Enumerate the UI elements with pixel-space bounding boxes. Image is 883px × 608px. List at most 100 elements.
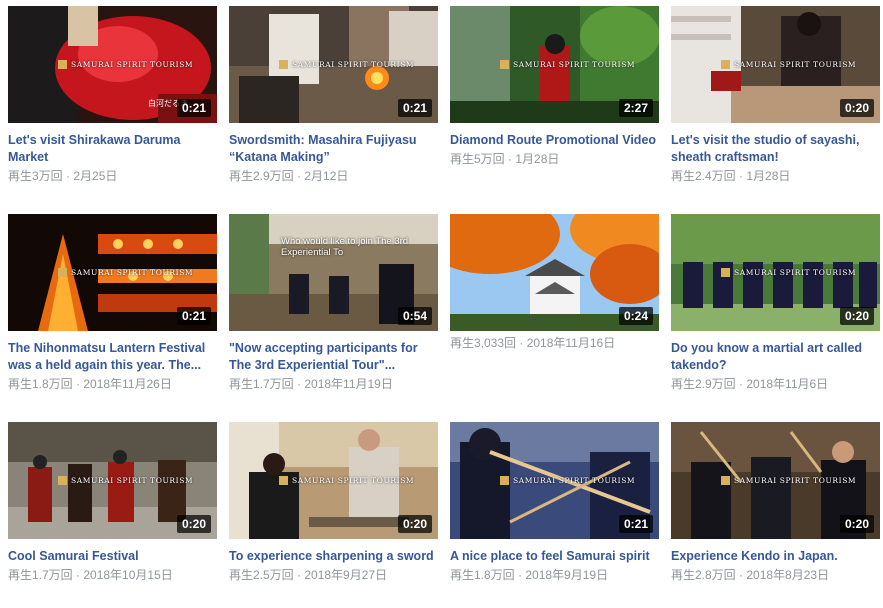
upload-date: 2月25日: [73, 169, 118, 183]
video-grid: 白河だるま SAMURAI SPIRIT TOURISM 0:21 Let's …: [0, 0, 883, 608]
video-card[interactable]: SAMURAI SPIRIT TOURISM 0:21 Swordsmith: …: [229, 6, 438, 184]
video-card[interactable]: Who would like to join The 3rd Experient…: [229, 214, 438, 392]
view-count: 再生3万回: [8, 169, 63, 183]
video-thumbnail[interactable]: 白河だるま SAMURAI SPIRIT TOURISM 0:21: [8, 6, 217, 123]
video-card[interactable]: 0:24 再生3,033回 · 2018年11月16日: [450, 214, 659, 351]
video-meta: 再生3,033回 · 2018年11月16日: [450, 335, 659, 351]
meta-separator: ·: [735, 377, 747, 391]
video-duration: 0:21: [618, 515, 653, 533]
video-thumbnail[interactable]: SAMURAI SPIRIT TOURISM 0:21: [229, 6, 438, 123]
video-card[interactable]: SAMURAI SPIRIT TOURISM 0:20 To experienc…: [229, 422, 438, 583]
video-card[interactable]: SAMURAI SPIRIT TOURISM 0:20 Cool Samurai…: [8, 422, 217, 583]
watermark-logo-icon: [721, 268, 730, 277]
video-meta: 再生1.8万回 · 2018年9月19日: [450, 567, 659, 583]
video-duration: 0:20: [176, 515, 211, 533]
video-card[interactable]: 白河だるま SAMURAI SPIRIT TOURISM 0:21 Let's …: [8, 6, 217, 184]
video-duration: 0:21: [176, 307, 211, 325]
channel-watermark: SAMURAI SPIRIT TOURISM: [500, 60, 635, 69]
video-title[interactable]: "Now accepting participants for The 3rd …: [229, 340, 438, 374]
channel-watermark: SAMURAI SPIRIT TOURISM: [721, 60, 856, 69]
channel-watermark: SAMURAI SPIRIT TOURISM: [279, 60, 414, 69]
watermark-text: SAMURAI SPIRIT TOURISM: [513, 60, 636, 69]
video-title[interactable]: Experience Kendo in Japan.: [671, 548, 880, 565]
video-title[interactable]: The Nihonmatsu Lantern Festival was a he…: [8, 340, 217, 374]
video-thumbnail[interactable]: SAMURAI SPIRIT TOURISM 0:20: [671, 214, 880, 331]
channel-watermark: SAMURAI SPIRIT TOURISM: [58, 476, 193, 485]
meta-separator: ·: [72, 377, 84, 391]
video-card[interactable]: SAMURAI SPIRIT TOURISM 0:20 Experience K…: [671, 422, 880, 583]
video-thumbnail[interactable]: SAMURAI SPIRIT TOURISM 0:21: [450, 422, 659, 539]
video-card[interactable]: SAMURAI SPIRIT TOURISM 0:21 The Nihonmat…: [8, 214, 217, 392]
video-thumbnail[interactable]: SAMURAI SPIRIT TOURISM 0:20: [671, 6, 880, 123]
upload-date: 2月12日: [304, 169, 349, 183]
watermark-text: SAMURAI SPIRIT TOURISM: [71, 60, 194, 69]
watermark-logo-icon: [721, 60, 730, 69]
video-duration: 0:20: [839, 307, 874, 325]
video-meta: 再生2.9万回 · 2月12日: [229, 168, 438, 184]
video-duration: 0:21: [397, 99, 432, 117]
watermark-logo-icon: [58, 268, 67, 277]
video-title[interactable]: Swordsmith: Masahira Fujiyasu “Katana Ma…: [229, 132, 438, 166]
meta-separator: ·: [735, 169, 747, 183]
video-card[interactable]: SAMURAI SPIRIT TOURISM 0:20 Do you know …: [671, 214, 880, 392]
watermark-text: SAMURAI SPIRIT TOURISM: [734, 60, 857, 69]
channel-watermark: SAMURAI SPIRIT TOURISM: [58, 60, 193, 69]
view-count: 再生2.4万回: [671, 169, 736, 183]
video-title[interactable]: Do you know a martial art called takendo…: [671, 340, 880, 374]
view-count: 再生5万回: [450, 152, 505, 166]
watermark-text: SAMURAI SPIRIT TOURISM: [292, 476, 415, 485]
video-thumbnail[interactable]: SAMURAI SPIRIT TOURISM 0:20: [229, 422, 438, 539]
video-meta: 再生1.7万回 · 2018年11月19日: [229, 376, 438, 392]
meta-separator: ·: [72, 568, 84, 582]
video-duration: 0:20: [839, 99, 874, 117]
video-thumbnail[interactable]: SAMURAI SPIRIT TOURISM 0:21: [8, 214, 217, 331]
watermark-text: SAMURAI SPIRIT TOURISM: [513, 476, 636, 485]
watermark-logo-icon: [279, 476, 288, 485]
upload-date: 2018年9月27日: [304, 568, 388, 582]
video-duration: 0:20: [397, 515, 432, 533]
watermark-text: SAMURAI SPIRIT TOURISM: [734, 268, 857, 277]
video-thumbnail[interactable]: 0:24: [450, 214, 659, 331]
video-meta: 再生2.8万回 · 2018年8月23日: [671, 567, 880, 583]
upload-date: 2018年11月16日: [526, 336, 616, 350]
channel-watermark: SAMURAI SPIRIT TOURISM: [279, 476, 414, 485]
video-thumbnail[interactable]: SAMURAI SPIRIT TOURISM 0:20: [671, 422, 880, 539]
upload-date: 1月28日: [515, 152, 560, 166]
upload-date: 2018年9月19日: [525, 568, 609, 582]
video-card[interactable]: SAMURAI SPIRIT TOURISM 0:21 A nice place…: [450, 422, 659, 583]
watermark-logo-icon: [58, 60, 67, 69]
watermark-logo-icon: [279, 60, 288, 69]
meta-separator: ·: [293, 377, 305, 391]
video-thumbnail[interactable]: SAMURAI SPIRIT TOURISM 0:20: [8, 422, 217, 539]
meta-separator: ·: [735, 568, 747, 582]
video-card[interactable]: SAMURAI SPIRIT TOURISM 0:20 Let's visit …: [671, 6, 880, 184]
video-meta: 再生2.5万回 · 2018年9月27日: [229, 567, 438, 583]
video-title[interactable]: Cool Samurai Festival: [8, 548, 217, 565]
meta-separator: ·: [516, 336, 527, 350]
video-title[interactable]: Diamond Route Promotional Video: [450, 132, 659, 149]
video-meta: 再生3万回 · 2月25日: [8, 168, 217, 184]
video-duration: 0:21: [176, 99, 211, 117]
watermark-text: SAMURAI SPIRIT TOURISM: [734, 476, 857, 485]
watermark-logo-icon: [500, 476, 509, 485]
video-title[interactable]: Let's visit Shirakawa Daruma Market: [8, 132, 217, 166]
video-overlay-text: Who would like to join The 3rd Experient…: [281, 236, 409, 258]
video-meta: 再生1.8万回 · 2018年11月26日: [8, 376, 217, 392]
video-meta: 再生2.4万回 · 1月28日: [671, 168, 880, 184]
video-card[interactable]: SAMURAI SPIRIT TOURISM 2:27 Diamond Rout…: [450, 6, 659, 167]
channel-watermark: SAMURAI SPIRIT TOURISM: [500, 476, 635, 485]
video-meta: 再生5万回 · 1月28日: [450, 151, 659, 167]
video-thumbnail[interactable]: SAMURAI SPIRIT TOURISM 2:27: [450, 6, 659, 123]
video-title[interactable]: To experience sharpening a sword: [229, 548, 438, 565]
video-duration: 0:20: [839, 515, 874, 533]
meta-separator: ·: [62, 169, 74, 183]
view-count: 再生2.9万回: [229, 169, 294, 183]
view-count: 再生2.9万回: [671, 377, 736, 391]
view-count: 再生1.8万回: [8, 377, 73, 391]
video-thumbnail[interactable]: Who would like to join The 3rd Experient…: [229, 214, 438, 331]
video-title[interactable]: A nice place to feel Samurai spirit: [450, 548, 659, 565]
video-duration: 0:24: [618, 307, 653, 325]
video-title[interactable]: Let's visit the studio of sayashi, sheat…: [671, 132, 880, 166]
watermark-logo-icon: [58, 476, 67, 485]
meta-separator: ·: [514, 568, 526, 582]
